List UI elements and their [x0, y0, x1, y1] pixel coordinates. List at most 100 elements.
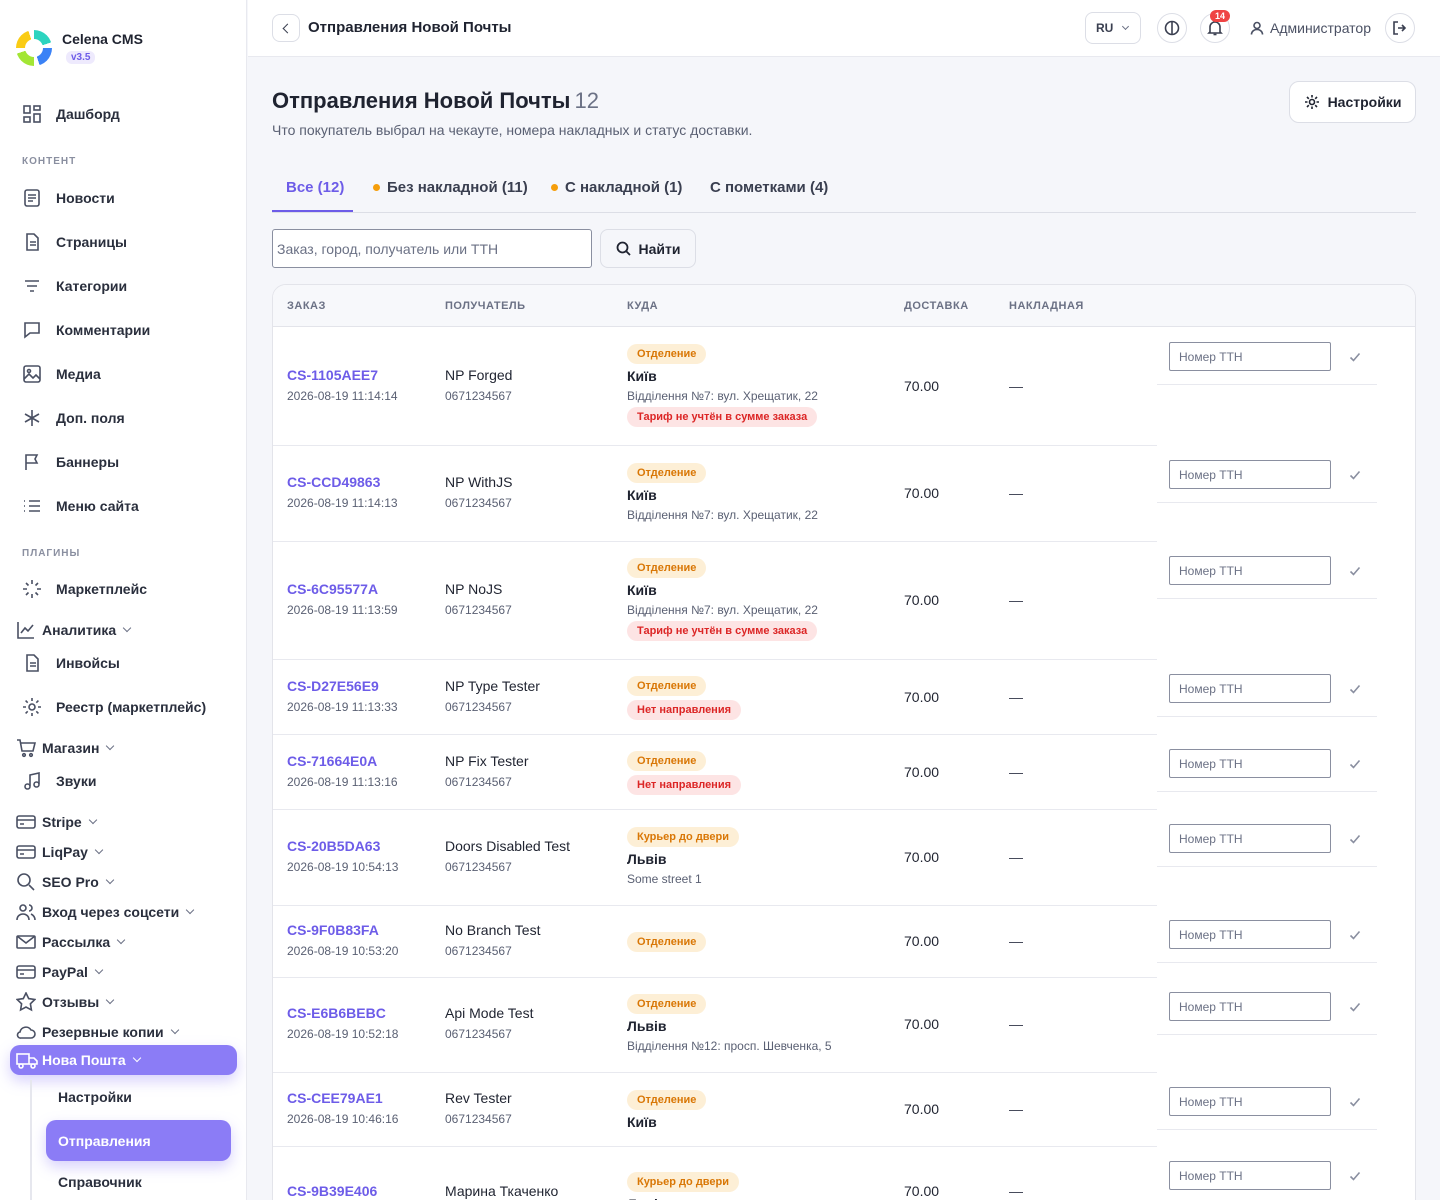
sidebar-item-seo-pro[interactable]: SEO Pro	[16, 872, 115, 892]
order-date: 2026-08-19 11:13:33	[287, 700, 398, 714]
theme-toggle-button[interactable]	[1157, 13, 1187, 43]
order-id-link[interactable]: CS-71664E0A	[287, 753, 398, 769]
sidebar-item-dashboard[interactable]: Дашборд	[22, 104, 120, 124]
order-id-link[interactable]: CS-E6B6BEBC	[287, 1005, 398, 1021]
save-tth-button[interactable]	[1349, 1095, 1361, 1107]
sidebar-item-backups[interactable]: Резервные копии	[16, 1022, 179, 1042]
tth-input[interactable]: Номер ТТН	[1169, 674, 1331, 703]
save-tth-button[interactable]	[1349, 832, 1361, 844]
table-row: CS-6C95577A 2026-08-19 11:13:59 NP NoJS 067…	[273, 542, 1157, 660]
tth-input[interactable]: Номер ТТН	[1169, 920, 1331, 949]
tth-input[interactable]: Номер ТТН	[1169, 556, 1331, 585]
save-tth-button[interactable]	[1349, 468, 1361, 480]
sidebar-item-pages[interactable]: Страницы	[22, 232, 127, 252]
tab-label: Без накладной (11)	[387, 179, 528, 196]
tth-input[interactable]: Номер ТТН	[1169, 1087, 1331, 1116]
sidebar-item-media[interactable]: Медиа	[22, 364, 101, 384]
sidebar-item-label: LiqPay	[42, 844, 88, 860]
language-select[interactable]: RU	[1085, 12, 1141, 44]
user-menu[interactable]: Администратор	[1250, 20, 1371, 36]
sidebar-item-banners[interactable]: Баннеры	[22, 452, 119, 472]
order-date: 2026-08-19 11:13:59	[287, 603, 398, 617]
sidebar-item-sounds[interactable]: Звуки	[22, 771, 96, 791]
sidebar-item-news[interactable]: Новости	[22, 188, 115, 208]
back-button[interactable]	[272, 14, 300, 42]
destination-cell: Курьер до двери Львів Some street 1	[627, 827, 740, 886]
tth-input[interactable]: Номер ТТН	[1169, 824, 1331, 853]
sidebar-item-nova-poshta[interactable]: Нова Пошта	[10, 1045, 237, 1075]
save-tth-button[interactable]	[1349, 1169, 1361, 1181]
find-button-label: Найти	[638, 240, 681, 257]
settings-button[interactable]: Настройки	[1289, 81, 1416, 123]
sidebar-item-label: Вход через соцсети	[42, 904, 180, 920]
sidebar-subitem-shipments[interactable]: Отправления	[46, 1120, 231, 1161]
table-row: CS-D27E56E9 2026-08-19 11:13:33 NP Type Te…	[273, 660, 1157, 735]
sidebar-item-paypal[interactable]: PayPal	[16, 962, 104, 982]
order-id-link[interactable]: CS-CCD49863	[287, 474, 398, 490]
tab-no-waybill[interactable]: Без накладной (11)	[373, 179, 528, 196]
order-id-link[interactable]: CS-9F0B83FA	[287, 922, 398, 938]
recipient-phone: 0671234567	[445, 603, 512, 617]
save-tth-button[interactable]	[1349, 682, 1361, 694]
tth-input[interactable]: Номер ТТН	[1169, 460, 1331, 489]
tth-input[interactable]: Номер ТТН	[1169, 1161, 1331, 1190]
chevron-down-icon	[105, 995, 115, 1005]
sidebar-item-marketplace[interactable]: Маркетплейс	[22, 579, 147, 599]
sidebar-item-mailing[interactable]: Рассылка	[16, 932, 126, 952]
tth-input[interactable]: Номер ТТН	[1169, 992, 1331, 1021]
sidebar-item-stripe[interactable]: Stripe	[16, 812, 97, 832]
order-id-link[interactable]: CS-1105AEE7	[287, 367, 398, 383]
sidebar-item-invoices[interactable]: Инвойсы	[22, 653, 120, 673]
tab-all[interactable]: Все (12)	[286, 179, 344, 196]
sidebar-item-custom-fields[interactable]: Доп. поля	[22, 408, 125, 428]
sidebar-subitem-directory[interactable]: Справочник	[58, 1174, 142, 1190]
sidebar-item-analytics[interactable]: Аналитика	[16, 620, 132, 640]
shipments-table: ЗАКАЗ ПОЛУЧАТЕЛЬ КУДА ДОСТАВКА НАКЛАДНАЯ…	[272, 284, 1416, 1200]
table-row: CS-71664E0A 2026-08-19 11:13:16 NP Fix Tes…	[273, 735, 1157, 810]
bell-icon	[1207, 21, 1223, 36]
save-tth-button[interactable]	[1349, 1000, 1361, 1012]
save-tth-button[interactable]	[1349, 350, 1361, 362]
sidebar-subitem-settings[interactable]: Настройки	[58, 1089, 132, 1105]
settings-button-label: Настройки	[1327, 94, 1402, 110]
sidebar-item-label: Аналитика	[42, 622, 117, 638]
card-icon	[16, 815, 36, 829]
tab-with-waybill[interactable]: С накладной (1)	[551, 179, 682, 196]
cloud-icon	[16, 1026, 36, 1039]
sidebar-item-site-menu[interactable]: Меню сайта	[22, 496, 139, 516]
order-id-link[interactable]: CS-CEE79AE1	[287, 1090, 398, 1106]
sidebar-item-comments[interactable]: Комментарии	[22, 320, 150, 340]
sidebar-item-registry[interactable]: Реестр (маркетплейс)	[22, 697, 206, 717]
sidebar-item-reviews[interactable]: Отзывы	[16, 992, 115, 1012]
sidebar-item-liqpay[interactable]: LiqPay	[16, 842, 104, 862]
delivery-type-badge: Отделение	[627, 994, 707, 1014]
order-id-link[interactable]: CS-D27E56E9	[287, 678, 398, 694]
sidebar-item-label: Резервные копии	[42, 1024, 164, 1040]
search-input[interactable]: Заказ, город, получатель или ТТН	[272, 229, 592, 268]
order-id-link[interactable]: CS-20B5DA63	[287, 838, 398, 854]
chevron-down-icon	[106, 741, 115, 751]
sidebar-item-shop[interactable]: Магазин	[16, 738, 115, 758]
sidebar-item-label: Звуки	[56, 773, 97, 789]
check-icon	[1349, 1002, 1361, 1012]
tth-input[interactable]: Номер ТТН	[1169, 342, 1331, 371]
sidebar-item-categories[interactable]: Категории	[22, 276, 127, 296]
sidebar-item-social-login[interactable]: Вход через соцсети	[16, 902, 195, 922]
logout-button[interactable]	[1385, 13, 1415, 43]
tab-flagged[interactable]: С пометками (4)	[710, 179, 828, 196]
mail-icon	[16, 935, 36, 949]
recipient-name: NP Fix Tester	[445, 753, 529, 769]
brand[interactable]: Celena CMS v3.5	[16, 30, 143, 66]
save-tth-button[interactable]	[1349, 928, 1361, 940]
sidebar-item-label: Реестр (маркетплейс)	[56, 699, 207, 715]
order-id-link[interactable]: CS-6C95577A	[287, 581, 398, 597]
find-button[interactable]: Найти	[600, 229, 696, 268]
search-icon	[616, 241, 631, 256]
tth-input[interactable]: Номер ТТН	[1169, 749, 1331, 778]
status-dot	[373, 184, 380, 191]
sidebar-item-label: Страницы	[56, 234, 127, 250]
save-tth-button[interactable]	[1349, 757, 1361, 769]
order-id-link[interactable]: CS-9B39E406	[287, 1183, 377, 1199]
delivery-cost: 70.00	[904, 1101, 940, 1117]
save-tth-button[interactable]	[1349, 564, 1361, 576]
